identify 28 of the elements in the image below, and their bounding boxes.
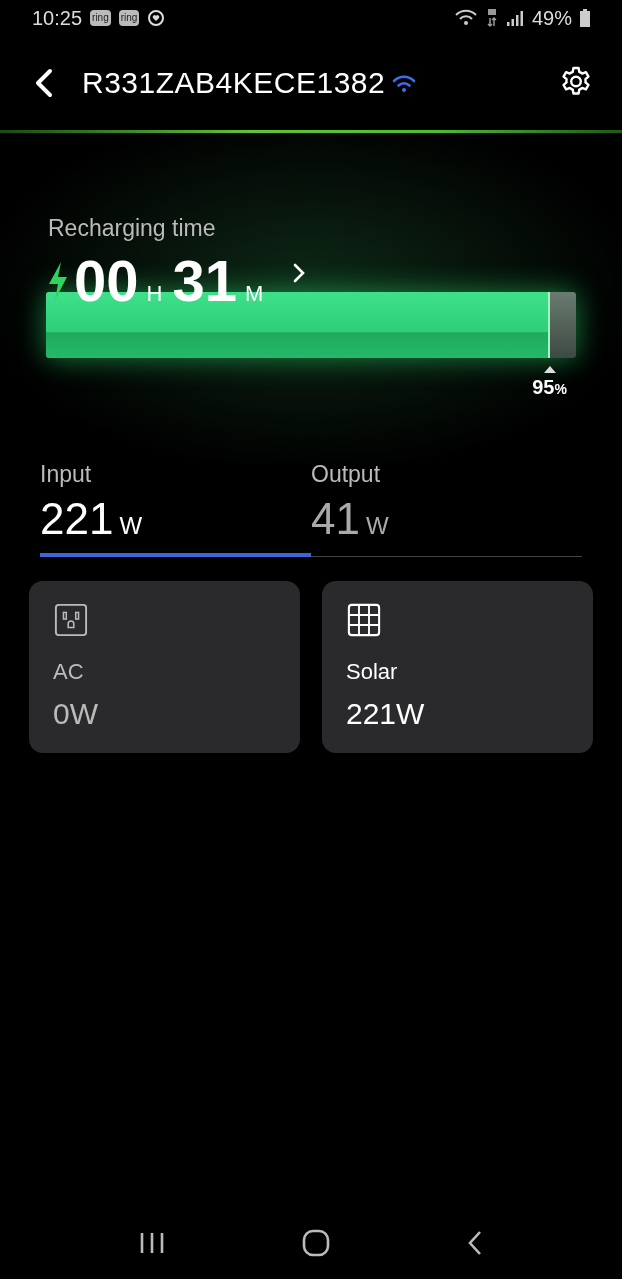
wifi-icon bbox=[453, 9, 478, 27]
signal-icon bbox=[505, 9, 524, 27]
recharging-time-label: Recharging time bbox=[48, 215, 217, 242]
battery-percent: 49% bbox=[531, 6, 572, 30]
source-label: Solar bbox=[346, 659, 399, 685]
source-card[interactable]: AC 0W bbox=[29, 581, 300, 753]
data-arrows-icon bbox=[485, 8, 498, 28]
back-icon[interactable] bbox=[466, 1229, 484, 1257]
battery-icon bbox=[580, 9, 590, 27]
app-notification-icon: ring bbox=[118, 10, 140, 26]
level-marker-icon bbox=[543, 366, 556, 373]
recent-apps-icon[interactable] bbox=[138, 1231, 166, 1255]
outlet-icon bbox=[53, 603, 89, 637]
back-icon[interactable] bbox=[34, 68, 54, 98]
home-icon[interactable] bbox=[302, 1229, 330, 1257]
source-label: AC bbox=[53, 659, 85, 685]
source-card[interactable]: Solar 221W bbox=[322, 581, 593, 753]
battery-percent: 95% bbox=[532, 376, 567, 399]
device-title: R331ZAB4KECE1382 bbox=[82, 66, 386, 100]
app-notification-icon: ring bbox=[90, 10, 111, 26]
power-tab[interactable]: Output 41 W bbox=[311, 461, 582, 557]
heart-circle-icon bbox=[147, 9, 166, 27]
solar-panel-icon bbox=[346, 603, 382, 637]
lightning-icon bbox=[46, 261, 70, 301]
clock-time: 10:25 bbox=[32, 6, 83, 30]
power-tab[interactable]: Input 221 W bbox=[40, 461, 311, 557]
source-power: 0W bbox=[53, 697, 99, 731]
source-power: 221W bbox=[346, 697, 426, 731]
